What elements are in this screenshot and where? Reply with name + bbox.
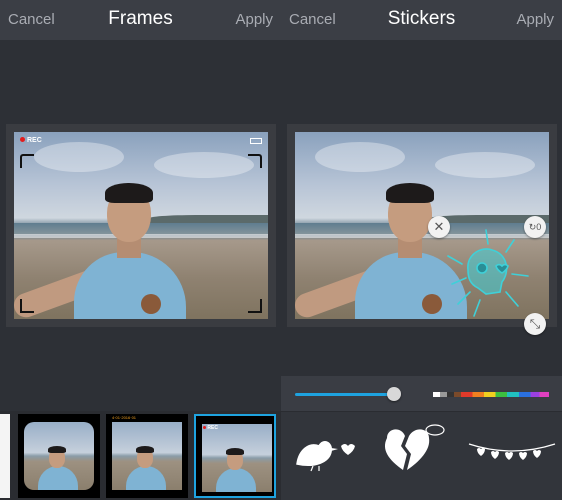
rec-dot-icon [20, 137, 25, 142]
person-hair [105, 183, 153, 203]
frame-thumb-rec[interactable]: REC [194, 414, 276, 498]
battery-icon [250, 138, 262, 144]
thumb-hair [136, 446, 154, 453]
frames-screen: Cancel Frames Apply REC 4·01·2016·01 REC [0, 0, 281, 500]
thumb-hair [48, 446, 66, 453]
cloud [34, 142, 124, 172]
frame-thumb-plain[interactable] [0, 414, 10, 498]
thumb-person [126, 466, 166, 490]
thumb-person [38, 466, 78, 490]
frames-preview-photo: REC [14, 132, 268, 319]
sticker-size-slider-track[interactable] [295, 393, 394, 396]
sticker-color-palette[interactable] [433, 392, 549, 397]
rotate-label: 0 [536, 222, 542, 232]
sticker-panel [281, 376, 562, 500]
heart-icon [341, 444, 355, 455]
cloud [154, 152, 254, 178]
frames-preview-card: REC [6, 124, 276, 327]
cloud [435, 152, 535, 178]
frames-topbar: Cancel Frames Apply [0, 0, 281, 40]
frame-thumb-rounded[interactable] [18, 414, 100, 498]
bunting-hearts-sticker[interactable] [467, 438, 557, 468]
bird-icon [296, 441, 332, 466]
resize-icon: ⤡ [529, 316, 541, 331]
sticker-close-button[interactable]: ✕ [428, 216, 450, 238]
broken-heart-right-icon [405, 429, 430, 470]
thumb-camera-readout: 4·01·2016·01 [112, 415, 137, 420]
thumb-hair [226, 448, 244, 455]
broken-heart-left-icon [384, 429, 407, 470]
close-icon: ✕ [433, 219, 445, 234]
sticker-rotate-button[interactable]: ↻0 [524, 216, 546, 238]
frames-apply-button[interactable]: Apply [235, 11, 273, 28]
sticker-size-slider-knob[interactable] [387, 387, 401, 401]
bird-beak-icon [331, 448, 338, 451]
person-hair [386, 183, 434, 203]
thumb-photo [112, 422, 182, 490]
thumb-photo [24, 422, 94, 490]
stickers-apply-button[interactable]: Apply [516, 11, 554, 28]
thumb-rec-indicator: REC [203, 425, 218, 431]
speech-bubble-icon [425, 424, 445, 436]
skull-eye-icon [476, 262, 488, 274]
shirt-bear-print [141, 294, 161, 314]
bird-heart-sticker[interactable] [293, 428, 363, 472]
thumb-rec-label: REC [207, 425, 218, 431]
person-shirt [74, 252, 186, 319]
stickers-topbar: Cancel Stickers Apply [281, 0, 562, 40]
frames-strip: 4·01·2016·01 REC [0, 411, 281, 500]
sticker-resize-button[interactable]: ⤡ [524, 313, 546, 335]
frame-corner-icon [20, 299, 34, 313]
rec-dot-icon [203, 426, 206, 429]
rec-label: REC [27, 137, 42, 144]
frame-corner-icon [248, 299, 262, 313]
frame-corner-icon [248, 154, 262, 168]
cloud [315, 142, 405, 172]
broken-heart-sticker[interactable] [379, 424, 449, 476]
frame-thumb-camera-orange[interactable]: 4·01·2016·01 [106, 414, 188, 498]
frame-corner-icon [20, 154, 34, 168]
thumb-person [216, 468, 256, 492]
placed-skull-sticker[interactable] [438, 226, 535, 323]
thumb-photo [202, 424, 272, 492]
sticker-tools [281, 376, 562, 412]
rec-indicator: REC [20, 137, 42, 144]
